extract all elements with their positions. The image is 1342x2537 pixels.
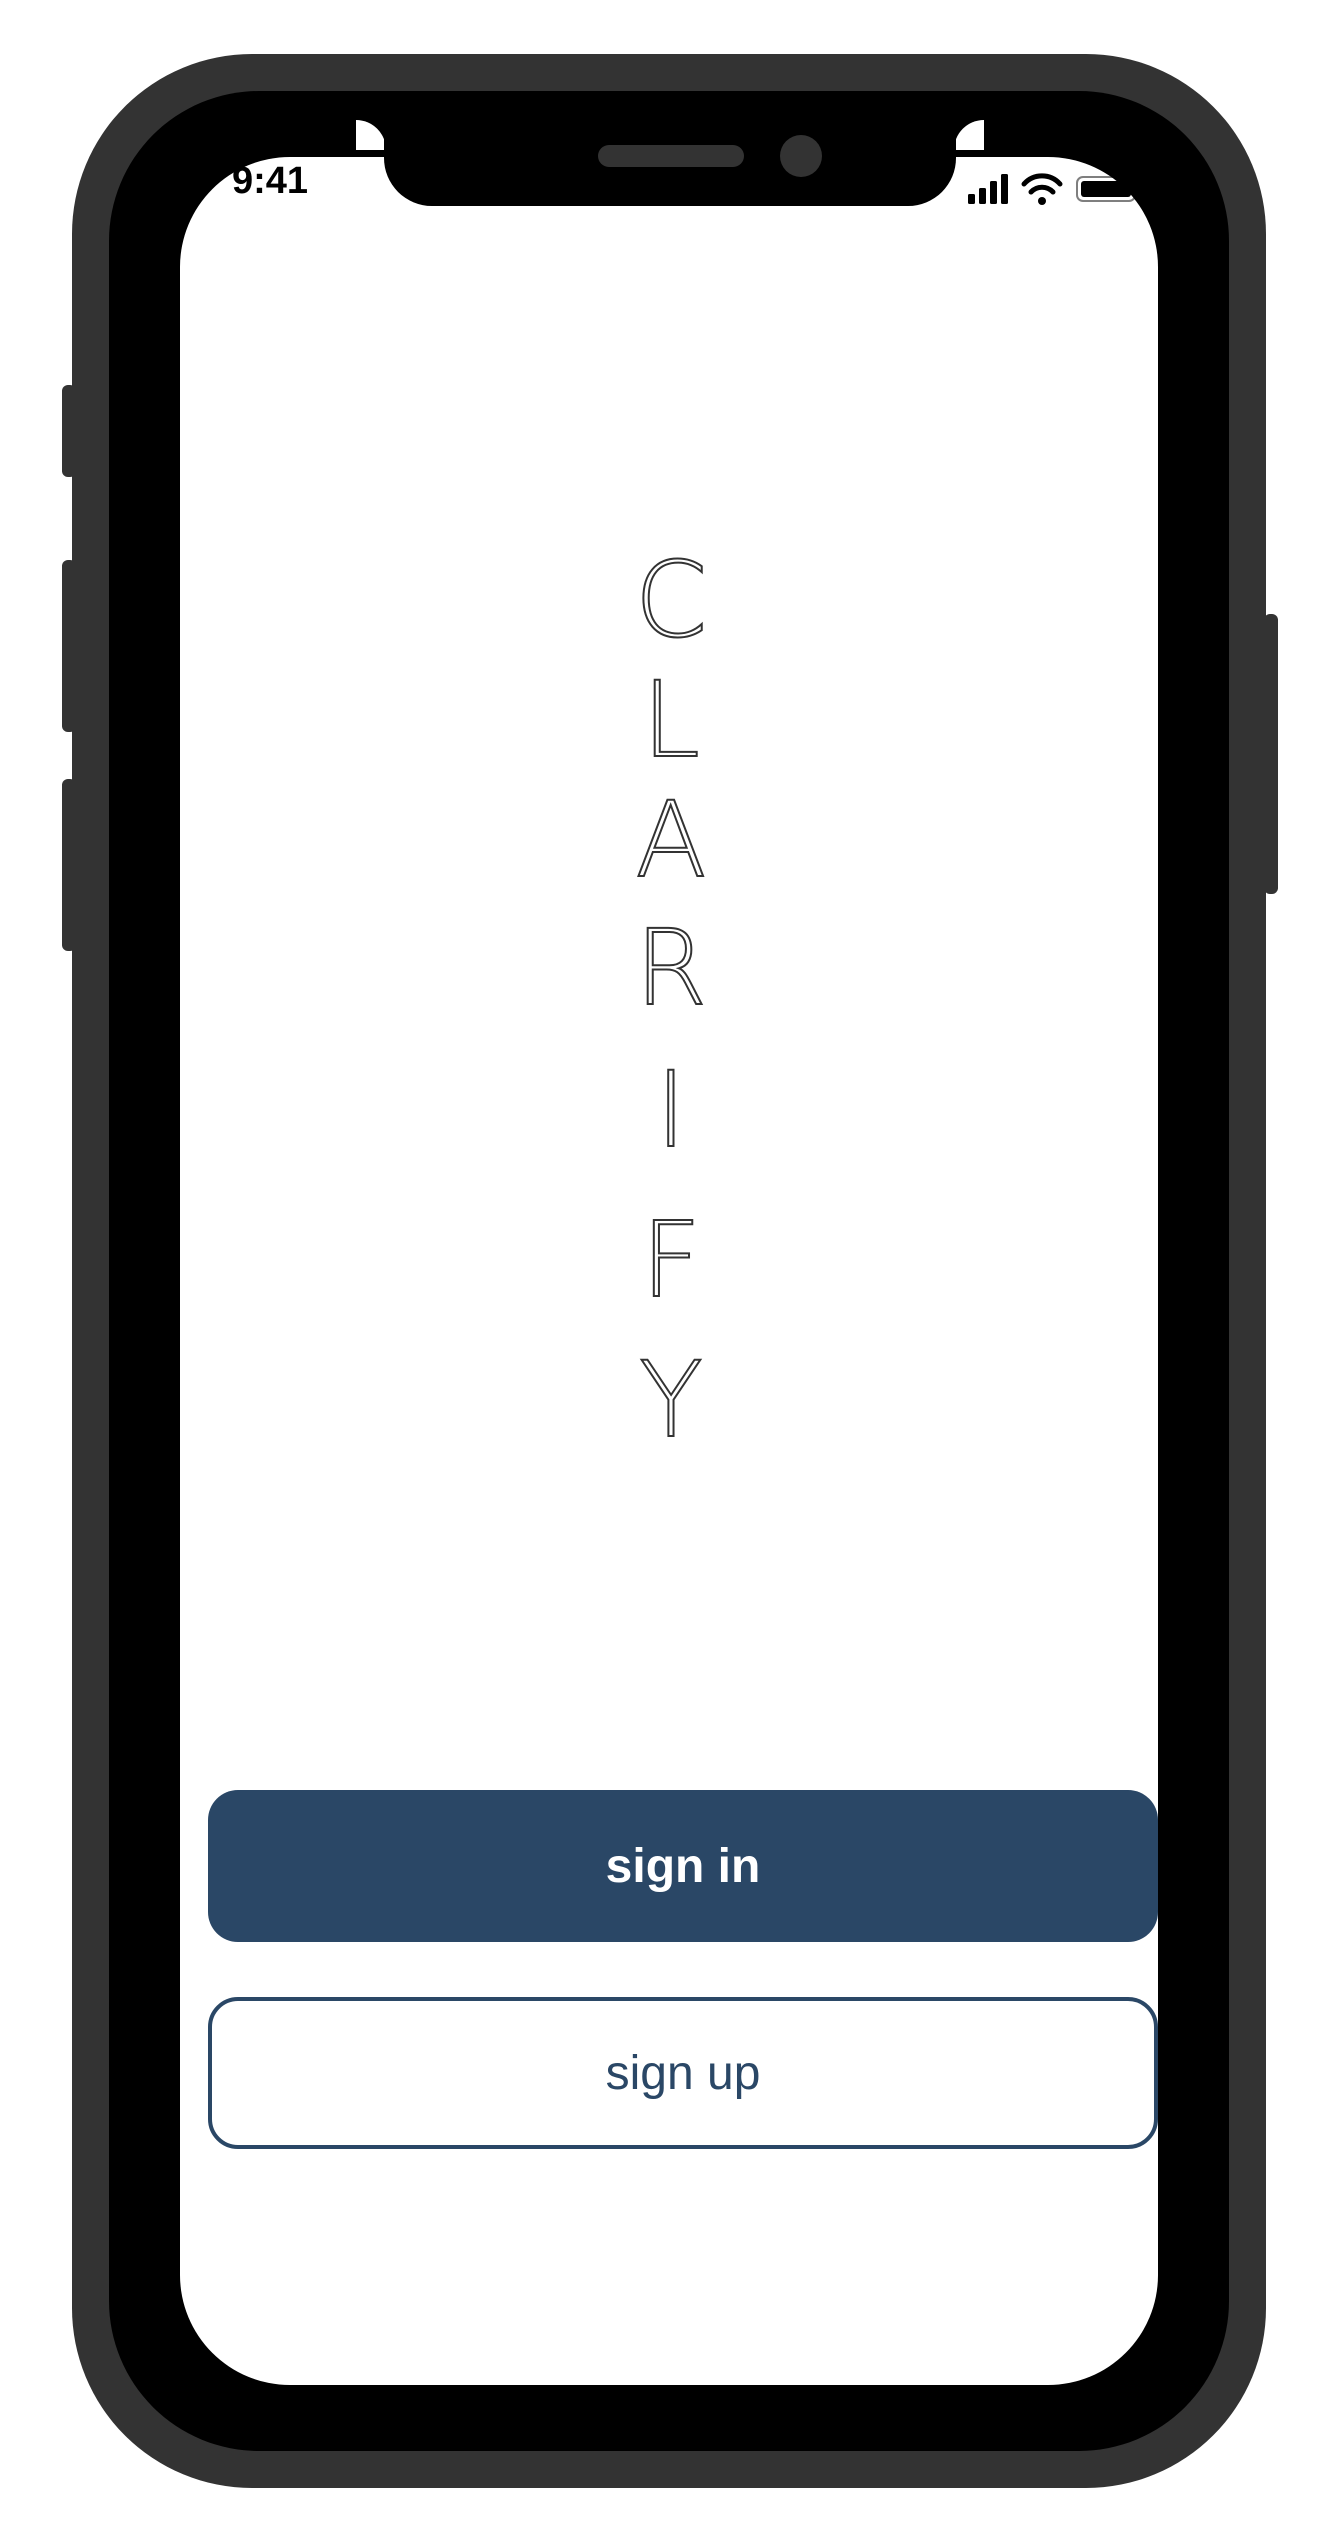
wordmark-letter: C xyxy=(634,539,709,661)
device-mockup: 9:41 C L A R I F Y sign in sign up xyxy=(0,0,1342,2537)
notch-corner-right xyxy=(954,120,984,150)
wifi-icon xyxy=(1021,173,1063,205)
battery-icon xyxy=(1076,176,1142,202)
wordmark-letter: R xyxy=(634,907,708,1029)
wordmark-letter: Y xyxy=(638,1339,704,1461)
status-time: 9:41 xyxy=(232,160,309,202)
signal-icon xyxy=(968,174,1008,204)
wordmark-letter: I xyxy=(655,1049,688,1171)
wordmark-letter: L xyxy=(641,659,701,781)
front-camera xyxy=(780,135,822,177)
wordmark-letter: A xyxy=(634,779,707,901)
wordmark-letter: F xyxy=(640,1199,702,1321)
speaker-grille xyxy=(598,145,744,167)
sign-in-button[interactable]: sign in xyxy=(208,1790,1158,1942)
status-icons-svg xyxy=(968,173,1142,205)
sign-up-button[interactable]: sign up xyxy=(208,1997,1158,2149)
status-icons xyxy=(968,170,1168,206)
notch-corner-left xyxy=(356,120,386,150)
